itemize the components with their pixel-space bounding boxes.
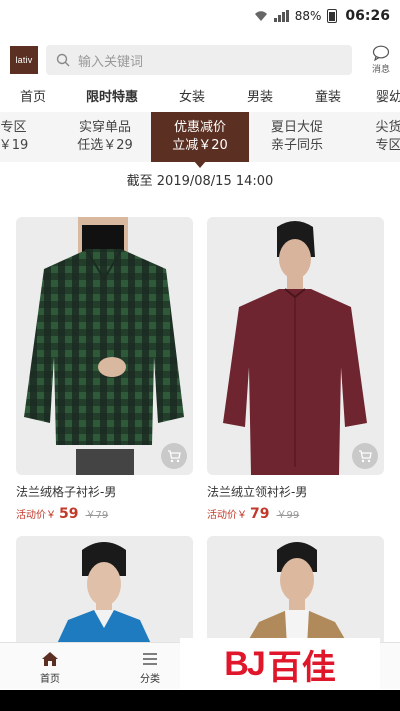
price-label: 活动价￥: [207, 510, 247, 521]
add-to-cart-button[interactable]: [161, 443, 187, 469]
tab-kids[interactable]: 童装: [315, 86, 341, 114]
promo-pointer: [194, 161, 206, 168]
original-price: ￥99: [276, 510, 300, 521]
blue-jacket-illustration: [56, 542, 152, 646]
tab-flash-sale[interactable]: 限时特惠: [86, 86, 139, 114]
promo-strip: 价专区 选￥19 实穿单品 任选￥29 优惠减价 立减￥20 夏日大促 亲子同乐…: [0, 112, 400, 162]
nav-home[interactable]: 首页: [20, 651, 80, 685]
promo-title: 夏日大促: [270, 120, 323, 135]
price: 79: [250, 506, 270, 522]
promo-subtitle: 选￥19: [0, 138, 29, 153]
product-card[interactable]: [207, 536, 384, 646]
price-row: 活动价￥ 59 ￥79: [16, 506, 193, 522]
product-name[interactable]: 法兰绒立领衬衫-男: [207, 483, 384, 500]
battery-icon: [327, 9, 338, 23]
nav-home-label: 首页: [40, 674, 60, 685]
price-row: 活动价￥ 79 ￥99: [207, 506, 384, 522]
system-nav-bar: [0, 690, 400, 711]
tan-jacket-illustration: [245, 542, 349, 646]
nav-category-label: 分类: [140, 674, 160, 685]
message-button[interactable]: 消息: [372, 45, 390, 75]
clock: 06:26: [345, 8, 390, 24]
product-image[interactable]: [207, 217, 384, 475]
original-price: ￥79: [85, 510, 109, 521]
tab-baby[interactable]: 婴幼: [376, 86, 400, 114]
menu-icon: [143, 653, 157, 665]
product-card[interactable]: 法兰绒立领衬衫-男 活动价￥ 79 ￥99: [207, 217, 384, 522]
home-icon: [42, 652, 58, 666]
promo-item[interactable]: 实穿单品 任选￥29: [56, 112, 154, 162]
promo-title: 优惠减价: [173, 120, 226, 135]
promo-item[interactable]: 价专区 选￥19: [0, 112, 56, 162]
promo-item[interactable]: 夏日大促 亲子同乐: [248, 112, 346, 162]
tab-women[interactable]: 女装: [179, 86, 205, 114]
tab-men[interactable]: 男装: [247, 86, 273, 114]
deadline-text: 截至 2019/08/15 14:00: [126, 174, 274, 189]
promo-title: 实穿单品: [78, 120, 131, 135]
status-bar: 88% 06:26: [0, 0, 400, 32]
signal-icon: [273, 10, 289, 22]
promo-subtitle: 亲子同乐: [270, 138, 323, 153]
watermark-mark: BJ: [224, 644, 265, 683]
add-to-cart-button[interactable]: [352, 443, 378, 469]
search-placeholder: 输入关键词: [78, 54, 144, 70]
cart-icon: [168, 449, 181, 462]
price: 59: [59, 506, 79, 522]
message-icon: [372, 45, 390, 61]
product-name[interactable]: 法兰绒格子衬衫-男: [16, 483, 193, 500]
tab-home[interactable]: 首页: [20, 86, 46, 114]
price-label: 活动价￥: [16, 510, 56, 521]
cart-icon: [359, 449, 372, 462]
product-image[interactable]: [16, 217, 193, 475]
category-tabs: 首页 限时特惠 女装 男装 童装 婴幼: [0, 86, 400, 114]
promo-title: 价专区: [0, 120, 27, 135]
product-image[interactable]: [16, 536, 193, 646]
plaid-shirt-illustration: [24, 217, 184, 475]
app-header: lativ 输入关键词 消息: [0, 32, 400, 88]
wifi-icon: [254, 11, 267, 21]
watermark-text: 百佳: [267, 647, 336, 688]
product-card[interactable]: 法兰绒格子衬衫-男 活动价￥ 59 ￥79: [16, 217, 193, 522]
product-image[interactable]: [207, 536, 384, 646]
maroon-shirt-illustration: [223, 221, 367, 475]
promo-item-active[interactable]: 优惠减价 立减￥20: [151, 112, 249, 162]
battery-percent: 88%: [294, 9, 322, 23]
nav-category[interactable]: 分类: [120, 651, 180, 685]
promo-subtitle: 任选￥29: [77, 138, 133, 153]
search-input[interactable]: 输入关键词: [46, 45, 352, 75]
promo-subtitle: 立减￥20: [172, 138, 228, 153]
message-label: 消息: [371, 65, 390, 75]
product-card[interactable]: [16, 536, 193, 646]
promo-item[interactable]: 尖货优 专区任: [346, 112, 400, 162]
watermark: BJ 百佳: [180, 638, 380, 690]
search-icon: [56, 53, 70, 67]
promo-title: 尖货优: [375, 120, 400, 135]
promo-subtitle: 专区任: [375, 138, 400, 153]
brand-logo[interactable]: lativ: [10, 46, 38, 74]
